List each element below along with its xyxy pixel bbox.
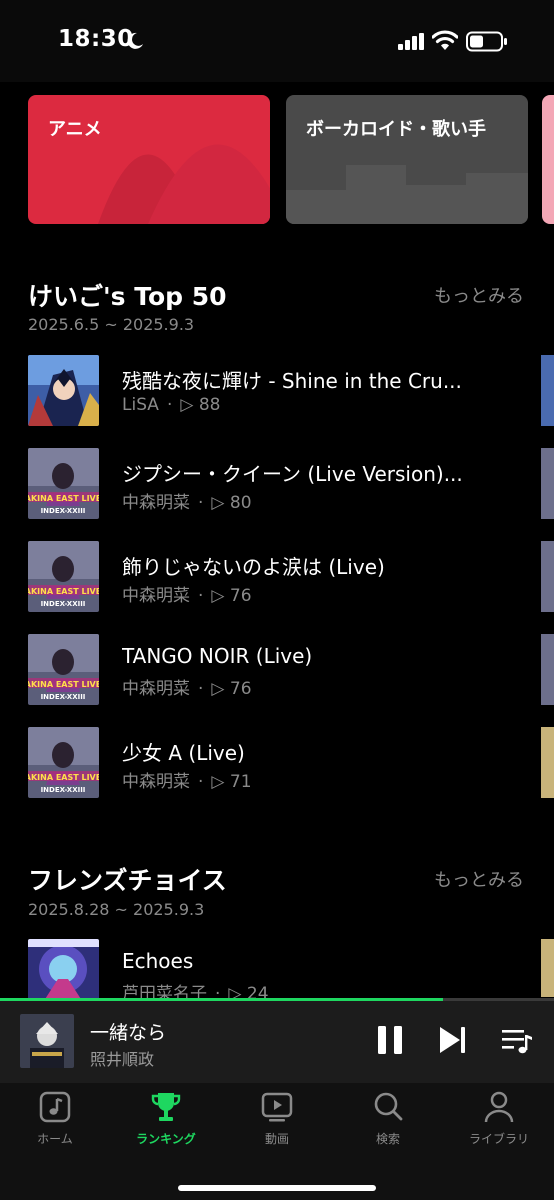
album-art: AKINA EAST LIVE INDEX-XXIII bbox=[28, 727, 99, 798]
tab-video[interactable]: 動画 bbox=[222, 1090, 332, 1147]
album-art: AKINA EAST LIVE INDEX-XXIII bbox=[28, 634, 99, 705]
tab-library[interactable]: ライブラリ bbox=[444, 1090, 554, 1147]
track-row[interactable]: AKINA EAST LIVE INDEX-XXIII 飾りじゃないのよ涙は (… bbox=[28, 541, 528, 613]
track-title: 少女 A (Live) bbox=[122, 741, 245, 765]
more-link-top50[interactable]: もっとみる bbox=[434, 282, 524, 308]
separator: · bbox=[166, 395, 173, 415]
track-artist: 中森明菜 bbox=[122, 493, 190, 513]
tab-label: 動画 bbox=[264, 1132, 289, 1146]
play-count-icon: ▷ bbox=[211, 493, 225, 513]
track-meta: 中森明菜 · ▷ 76 bbox=[122, 674, 252, 699]
album-art-text: INDEX-XXIII bbox=[41, 507, 86, 515]
status-time: 18:30 bbox=[58, 26, 134, 52]
player-artist: 照井順政 bbox=[90, 1050, 155, 1069]
track-artist: 中森明菜 bbox=[122, 772, 190, 792]
status-bar: 18:30 bbox=[0, 0, 554, 82]
track-meta: 中森明菜 · ▷ 80 bbox=[122, 488, 252, 513]
play-count-icon: ▷ bbox=[180, 395, 194, 415]
search-icon bbox=[374, 1092, 403, 1121]
play-count-icon: ▷ bbox=[211, 772, 225, 792]
separator: · bbox=[198, 772, 204, 792]
genre-card-label: アニメ bbox=[48, 119, 102, 140]
genre-card-label: ボーカロイド・歌い手 bbox=[306, 119, 486, 140]
separator: · bbox=[198, 493, 204, 513]
album-art-text: AKINA EAST LIVE bbox=[28, 773, 99, 782]
date-range-friends: 2025.8.28 ~ 2025.9.3 bbox=[28, 900, 205, 919]
date-range-top50: 2025.6.5 ~ 2025.9.3 bbox=[28, 315, 195, 334]
genre-card-anime[interactable]: アニメ bbox=[28, 95, 270, 224]
play-count: 71 bbox=[229, 772, 252, 792]
album-art-text: INDEX-XXIII bbox=[41, 786, 86, 794]
cellular-signal-icon bbox=[398, 33, 424, 50]
album-art-text: AKINA EAST LIVE bbox=[28, 494, 99, 503]
album-art: AKINA EAST LIVE INDEX-XXIII bbox=[28, 448, 99, 519]
track-meta: 中森明菜 · ▷ 76 bbox=[122, 581, 252, 606]
section-title-top50: けいご's Top 50 bbox=[28, 282, 227, 311]
music-note-icon bbox=[39, 1091, 71, 1123]
tab-label: 検索 bbox=[375, 1132, 400, 1146]
play-count: 76 bbox=[229, 679, 252, 699]
album-art: AKINA EAST LIVE INDEX-XXIII bbox=[28, 541, 99, 612]
next-column-art bbox=[541, 448, 554, 519]
next-column-art bbox=[541, 727, 554, 798]
album-art-text: INDEX-XXIII bbox=[41, 600, 86, 608]
track-title: 残酷な夜に輝け - Shine in the Cru... bbox=[122, 369, 462, 393]
moon-icon bbox=[127, 32, 143, 49]
tab-label: ライブラリ bbox=[468, 1132, 529, 1146]
tab-home[interactable]: ホーム bbox=[0, 1090, 110, 1147]
track-title: ジプシー・クイーン (Live Version)... bbox=[122, 462, 463, 486]
trophy-icon bbox=[151, 1093, 181, 1121]
mini-player[interactable]: 一緒なら 照井順政 bbox=[0, 998, 554, 1083]
track-title: Echoes bbox=[122, 949, 194, 973]
separator: · bbox=[198, 679, 204, 699]
track-row[interactable]: AKINA EAST LIVE INDEX-XXIII 少女 A (Live) … bbox=[28, 727, 528, 799]
video-play-icon bbox=[261, 1092, 293, 1122]
player-album-art bbox=[20, 1014, 74, 1068]
battery-icon bbox=[466, 31, 507, 52]
genre-card-next[interactable] bbox=[542, 95, 554, 224]
playback-progress-fill bbox=[0, 998, 444, 1001]
track-row[interactable]: AKINA EAST LIVE INDEX-XXIII ジプシー・クイーン (L… bbox=[28, 448, 528, 520]
track-artist: LiSA bbox=[122, 395, 159, 415]
track-meta: LiSA · ▷ 88 bbox=[122, 395, 220, 415]
track-artist: 中森明菜 bbox=[122, 679, 190, 699]
track-title: TANGO NOIR (Live) bbox=[122, 644, 313, 668]
player-title: 一緒なら bbox=[90, 1022, 167, 1044]
wifi-icon bbox=[432, 30, 458, 50]
separator: · bbox=[198, 586, 204, 606]
tab-ranking[interactable]: ランキング bbox=[111, 1090, 221, 1147]
next-column-art bbox=[541, 634, 554, 705]
album-art-text: INDEX-XXIII bbox=[41, 693, 86, 701]
track-row[interactable]: 残酷な夜に輝け - Shine in the Cru... LiSA · ▷ 88 bbox=[28, 355, 528, 427]
section-title-friends: フレンズチョイス bbox=[28, 866, 227, 895]
play-count-icon: ▷ bbox=[211, 586, 225, 606]
play-count-icon: ▷ bbox=[211, 679, 225, 699]
next-column-art bbox=[541, 355, 554, 426]
next-column-art bbox=[541, 939, 554, 997]
track-row[interactable]: AKINA EAST LIVE INDEX-XXIII TANGO NOIR (… bbox=[28, 634, 528, 706]
track-meta: 中森明菜 · ▷ 71 bbox=[122, 767, 252, 792]
play-count: 80 bbox=[229, 493, 252, 513]
next-column-art bbox=[541, 541, 554, 612]
genre-card-vocaloid[interactable]: ボーカロイド・歌い手 bbox=[286, 95, 528, 224]
play-count: 76 bbox=[229, 586, 252, 606]
pause-icon[interactable] bbox=[376, 1024, 404, 1056]
album-art-text: AKINA EAST LIVE bbox=[28, 680, 99, 689]
person-icon bbox=[484, 1091, 514, 1123]
queue-icon[interactable] bbox=[500, 1024, 534, 1056]
tab-label: ランキング bbox=[136, 1132, 196, 1146]
track-artist: 中森明菜 bbox=[122, 586, 190, 606]
skip-next-icon[interactable] bbox=[438, 1024, 468, 1056]
album-art bbox=[28, 355, 99, 426]
track-title: 飾りじゃないのよ涙は (Live) bbox=[122, 555, 385, 579]
tab-label: ホーム bbox=[37, 1132, 73, 1146]
tab-search[interactable]: 検索 bbox=[333, 1090, 443, 1147]
play-count: 88 bbox=[198, 395, 221, 415]
album-art-text: AKINA EAST LIVE bbox=[28, 587, 99, 596]
home-indicator bbox=[178, 1185, 376, 1191]
more-link-friends[interactable]: もっとみる bbox=[434, 866, 524, 892]
